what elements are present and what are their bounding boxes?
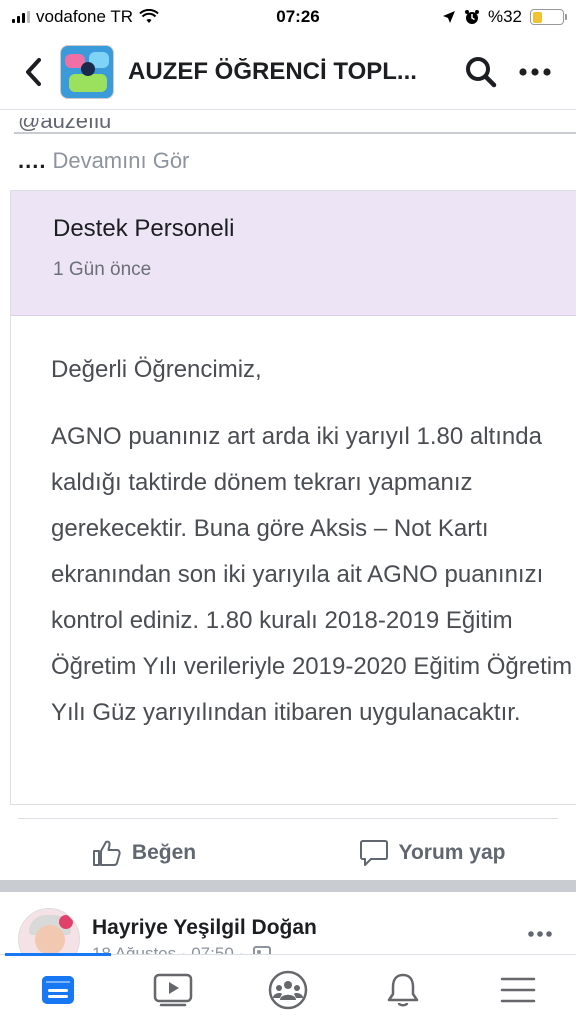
notice-line: Öğretim Yılı verileriyle 2019-2020 Eğiti… [51, 653, 573, 680]
more-horizontal-icon [519, 67, 551, 76]
location-icon [442, 11, 455, 23]
like-button[interactable]: Beğen [0, 830, 288, 876]
notice-header: Destek Personeli 1 Gün önce [11, 191, 576, 316]
poster-name[interactable]: Hayriye Yeşilgil Doğan [92, 916, 317, 940]
notice-line: Yılı Güz yarıyılından itibaren uygulanac… [51, 699, 521, 726]
photo-icon [252, 946, 271, 954]
notice-line: kontrol ediniz. 1.80 kuralı 2018-2019 Eğ… [51, 607, 513, 634]
status-indicators: %32 [364, 7, 567, 27]
notice-sender: Destek Personeli [53, 215, 235, 242]
search-button[interactable] [458, 49, 504, 95]
notice-body: Değerli Öğrencimiz, AGNO puanınız art ar… [11, 316, 576, 736]
avatar[interactable] [18, 908, 80, 954]
battery-percent: %32 [487, 7, 522, 26]
notice-paragraph: AGNO puanınız art arda iki yarıyıl 1.80 … [51, 414, 576, 736]
tab-groups[interactable] [230, 955, 345, 1024]
post-timestamp: 18 Ağustos · 07:50 · [92, 944, 245, 954]
bottom-nav [0, 953, 576, 1024]
alarm-icon [464, 10, 479, 24]
carrier-info: vodafone TR [12, 7, 232, 27]
group-avatar[interactable] [60, 44, 114, 99]
actions-divider [18, 818, 558, 819]
feed-icon [41, 975, 74, 1004]
post-content: @auzefiu .... Devamını Gör Destek Persone… [0, 110, 576, 954]
clock: 07:26 [276, 7, 320, 26]
tab-menu[interactable] [461, 955, 576, 1024]
ellipsis: .... [18, 148, 47, 173]
notice-line: gerekecektir. Buna göre Aksis – Not Kart… [51, 515, 489, 542]
comment-label: Yorum yap [398, 841, 506, 864]
comment-icon [359, 840, 388, 866]
carrier-name: vodafone TR [36, 7, 134, 26]
status-bar: vodafone TR 07:26 %32 [0, 0, 576, 34]
feed-separator [0, 880, 576, 892]
page-title[interactable]: AUZEF ÖĞRENCİ TOPL... [128, 58, 450, 86]
more-button[interactable] [512, 49, 558, 95]
see-more-label: Devamını Gör [52, 148, 190, 173]
tab-notifications[interactable] [346, 955, 461, 1024]
next-post-header: Hayriye Yeşilgil Doğan 18 Ağustos · 07:5… [0, 892, 576, 954]
more-horizontal-icon [528, 931, 552, 937]
clipped-text: @auzefiu [18, 118, 112, 133]
notice-line: AGNO puanınız art arda iki yarıyıl 1.80 … [51, 423, 542, 450]
notice-image[interactable]: Destek Personeli 1 Gün önce Değerli Öğre… [10, 190, 576, 805]
groups-icon [268, 970, 308, 1009]
tab-watch[interactable] [115, 955, 230, 1024]
post-actions: Beğen Yorum yap [0, 830, 576, 876]
notice-line: ekranından son iki yarıyıla ait AGNO pua… [51, 561, 544, 588]
wifi-icon [139, 9, 159, 23]
tab-feed[interactable] [0, 955, 115, 1024]
thumbs-up-icon [92, 840, 121, 866]
back-button[interactable] [18, 52, 48, 92]
search-icon [466, 56, 497, 87]
active-tab-indicator [5, 953, 111, 956]
menu-icon [501, 977, 536, 1002]
notifications-icon [387, 973, 419, 1006]
post-more-button[interactable] [520, 922, 560, 946]
chevron-left-icon [26, 57, 41, 86]
notice-greeting: Değerli Öğrencimiz, [51, 356, 262, 383]
notice-line: kaldığı taktirde dönem tekrarı yapmanız [51, 469, 473, 496]
divider [14, 132, 576, 134]
see-more-link[interactable]: .... Devamını Gör [18, 148, 189, 174]
comment-button[interactable]: Yorum yap [288, 830, 576, 876]
group-header: AUZEF ÖĞRENCİ TOPL... [0, 34, 576, 110]
post-meta: 18 Ağustos · 07:50 · [92, 944, 271, 954]
battery-icon [530, 9, 567, 25]
battery-level [532, 11, 542, 23]
video-icon [153, 973, 193, 1006]
like-label: Beğen [131, 841, 197, 864]
signal-icon [12, 11, 30, 23]
notice-time: 1 Gün önce [53, 259, 152, 280]
